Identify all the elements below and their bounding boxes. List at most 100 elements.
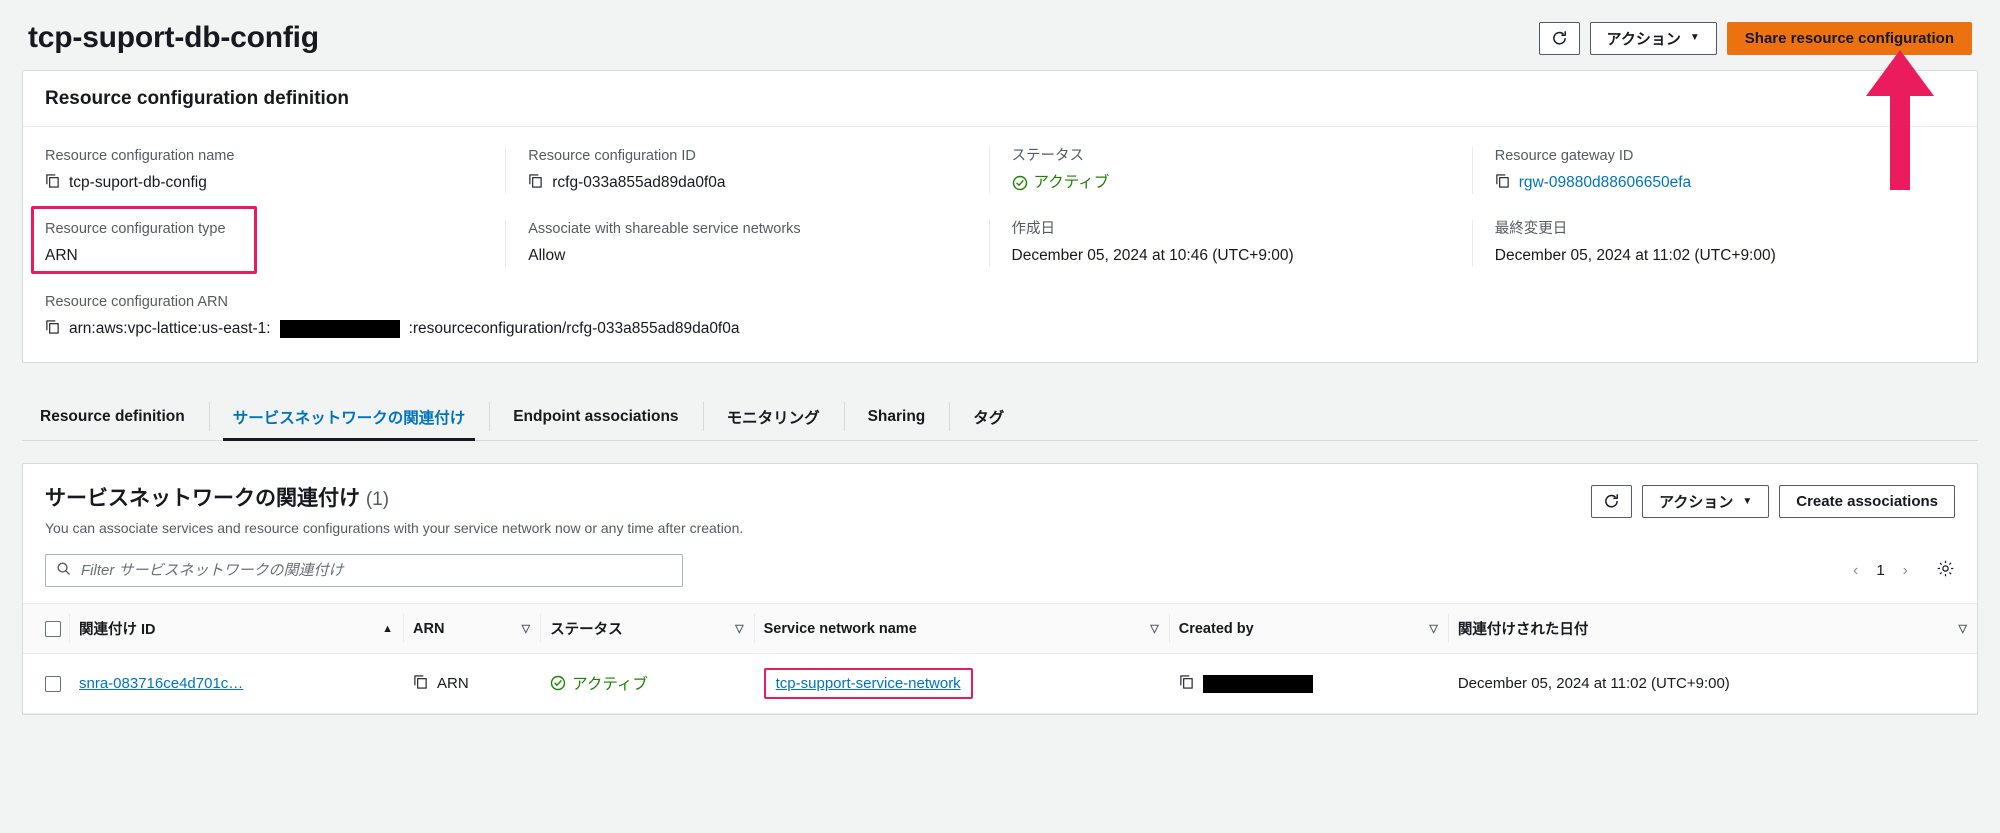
column-header-status[interactable]: ステータス ▽ <box>540 603 754 655</box>
definition-row-1: Resource configuration name tcp-suport-d… <box>45 147 1955 195</box>
column-header-arn[interactable]: ARN ▽ <box>403 603 541 655</box>
field-status: ステータス アクティブ <box>988 147 1472 195</box>
field-label: Resource configuration ID <box>528 148 696 164</box>
table-action-group: アクション ▼ Create associations <box>1591 482 1955 519</box>
sort-icon: ▽ <box>1150 623 1159 636</box>
table-refresh-button[interactable] <box>1591 485 1633 519</box>
actions-dropdown-button[interactable]: アクション ▼ <box>1589 21 1717 55</box>
chevron-down-icon: ▼ <box>1742 495 1753 507</box>
row-checkbox[interactable] <box>45 675 61 692</box>
share-resource-configuration-button[interactable]: Share resource configuration <box>1726 21 1972 55</box>
arn-suffix-text: :resourceconfiguration/rcfg-033a855ad89d… <box>408 320 740 338</box>
status-text: アクティブ <box>572 676 648 694</box>
value-text: Allow <box>528 247 566 265</box>
pagination-next-button[interactable]: › <box>1899 562 1912 580</box>
annotation-highlight-box: tcp-support-service-network <box>763 668 973 700</box>
field-resource-configuration-id: Resource configuration ID rcfg-033a855ad… <box>505 147 988 195</box>
select-all-checkbox[interactable] <box>45 620 61 637</box>
service-network-link[interactable]: tcp-support-service-network <box>776 675 961 692</box>
value-text: rcfg-033a855ad89da0f0a <box>552 174 726 192</box>
check-circle-icon <box>550 675 566 691</box>
column-label: ステータス <box>550 622 623 639</box>
actions-label: アクション <box>1606 30 1681 48</box>
pagination: ‹ 1 › <box>1849 559 1955 583</box>
field-label: Resource configuration name <box>45 148 235 164</box>
table-count: (1) <box>365 489 390 511</box>
header-action-group: アクション ▼ Share resource configuration <box>1538 21 1972 55</box>
tab-sharing[interactable]: Sharing <box>843 393 950 440</box>
copy-icon[interactable] <box>1495 173 1510 195</box>
cell-status: アクティブ <box>540 653 754 715</box>
arn-prefix-text: arn:aws:vpc-lattice:us-east-1: <box>69 320 271 338</box>
column-header-associated-date[interactable]: 関連付けされた日付 ▽ <box>1447 603 1977 655</box>
field-label: Resource gateway ID <box>1494 148 1634 164</box>
tab-monitoring[interactable]: モニタリング <box>702 393 844 440</box>
cell-service-network-name: tcp-support-service-network <box>753 653 1169 715</box>
column-label: Service network name <box>763 620 917 637</box>
sort-icon: ▽ <box>1429 623 1438 636</box>
copy-icon[interactable] <box>413 674 428 693</box>
status-badge: アクティブ <box>1012 173 1109 194</box>
field-label: 最終変更日 <box>1494 221 1568 238</box>
tab-tags[interactable]: タグ <box>949 393 1028 440</box>
table-body: snra-083716ce4d701c… ARN アクティブ tcp-suppo… <box>23 653 1977 715</box>
copy-icon[interactable] <box>1179 674 1194 693</box>
column-label: ARN <box>413 620 445 637</box>
field-associate-with-shareable-service-networks: Associate with shareable service network… <box>505 220 988 267</box>
cell-associated-date: December 05, 2024 at 11:02 (UTC+9:00) <box>1447 653 1977 715</box>
field-label: 作成日 <box>1011 221 1056 238</box>
copy-icon[interactable] <box>45 319 60 341</box>
pagination-page-number[interactable]: 1 <box>1876 562 1884 579</box>
associations-table: 関連付け ID ▲ ARN ▽ ステータス ▽ Service network … <box>23 603 1977 715</box>
service-network-associations-card: サービスネットワークの関連付け (1) You can associate se… <box>22 463 1978 716</box>
aws-console-page: tcp-suport-db-config アクション ▼ Share resou… <box>0 0 2000 833</box>
column-header-association-id[interactable]: 関連付け ID ▲ <box>69 603 403 655</box>
table-head-row-group: 関連付け ID ▲ ARN ▽ ステータス ▽ Service network … <box>23 603 1977 655</box>
chevron-down-icon: ▼ <box>1689 32 1700 43</box>
sort-icon: ▽ <box>735 623 744 636</box>
table-title: サービスネットワークの関連付け (1) <box>45 482 743 512</box>
gear-icon[interactable] <box>1936 559 1955 583</box>
association-id-link[interactable]: snra-083716ce4d701c… <box>79 675 243 692</box>
column-header-created-by[interactable]: Created by ▽ <box>1168 603 1448 655</box>
field-value: アクティブ <box>1012 173 1450 194</box>
table-actions-dropdown-button[interactable]: アクション ▼ <box>1642 485 1770 519</box>
value-text: ARN <box>45 247 78 265</box>
filter-input[interactable] <box>79 561 672 581</box>
refresh-button[interactable] <box>1538 21 1580 55</box>
page-title: tcp-suport-db-config <box>28 21 319 54</box>
field-label: ステータス <box>1011 148 1085 164</box>
field-value: rgw-09880d88606650efa <box>1495 173 1933 195</box>
field-value: arn:aws:vpc-lattice:us-east-1: :resourcec… <box>45 319 1933 341</box>
field-value: December 05, 2024 at 11:02 (UTC+9:00) <box>1495 246 1933 267</box>
tab-resource-definition[interactable]: Resource definition <box>22 393 209 440</box>
column-label: Created by <box>1178 620 1254 637</box>
field-value: Allow <box>528 246 966 267</box>
copy-icon[interactable] <box>528 173 543 195</box>
arn-text: ARN <box>437 675 469 693</box>
pagination-prev-button[interactable]: ‹ <box>1849 562 1862 580</box>
filter-search-box[interactable] <box>45 554 683 588</box>
tab-service-network-associations[interactable]: サービスネットワークの関連付け <box>208 393 490 442</box>
field-value: ARN <box>45 246 483 267</box>
cell-association-id: snra-083716ce4d701c… <box>69 653 403 715</box>
resource-gateway-link[interactable]: rgw-09880d88606650efa <box>1519 173 1691 194</box>
copy-icon[interactable] <box>45 173 60 195</box>
table-header: サービスネットワークの関連付け (1) You can associate se… <box>23 464 1977 550</box>
cell-created-by <box>1168 653 1448 715</box>
tab-bar: Resource definition サービスネットワークの関連付け Endp… <box>22 393 1978 442</box>
create-associations-button[interactable]: Create associations <box>1779 485 1955 519</box>
sort-ascending-icon: ▲ <box>382 622 393 635</box>
column-header-service-network-name[interactable]: Service network name ▽ <box>753 603 1169 655</box>
resource-configuration-definition-panel: Resource configuration definition Resour… <box>22 70 1978 364</box>
field-label: Resource configuration type <box>45 221 226 238</box>
field-created-date: 作成日 December 05, 2024 at 10:46 (UTC+9:00… <box>988 220 1472 267</box>
tab-endpoint-associations[interactable]: Endpoint associations <box>489 393 702 440</box>
value-text: tcp-suport-db-config <box>69 174 207 192</box>
field-label: Associate with shareable service network… <box>528 221 801 238</box>
column-label: 関連付け ID <box>79 622 156 639</box>
redacted-created-by <box>1202 674 1313 693</box>
sort-icon: ▽ <box>1958 623 1967 636</box>
field-resource-configuration-name: Resource configuration name tcp-suport-d… <box>45 147 505 194</box>
select-all-header <box>23 603 69 655</box>
